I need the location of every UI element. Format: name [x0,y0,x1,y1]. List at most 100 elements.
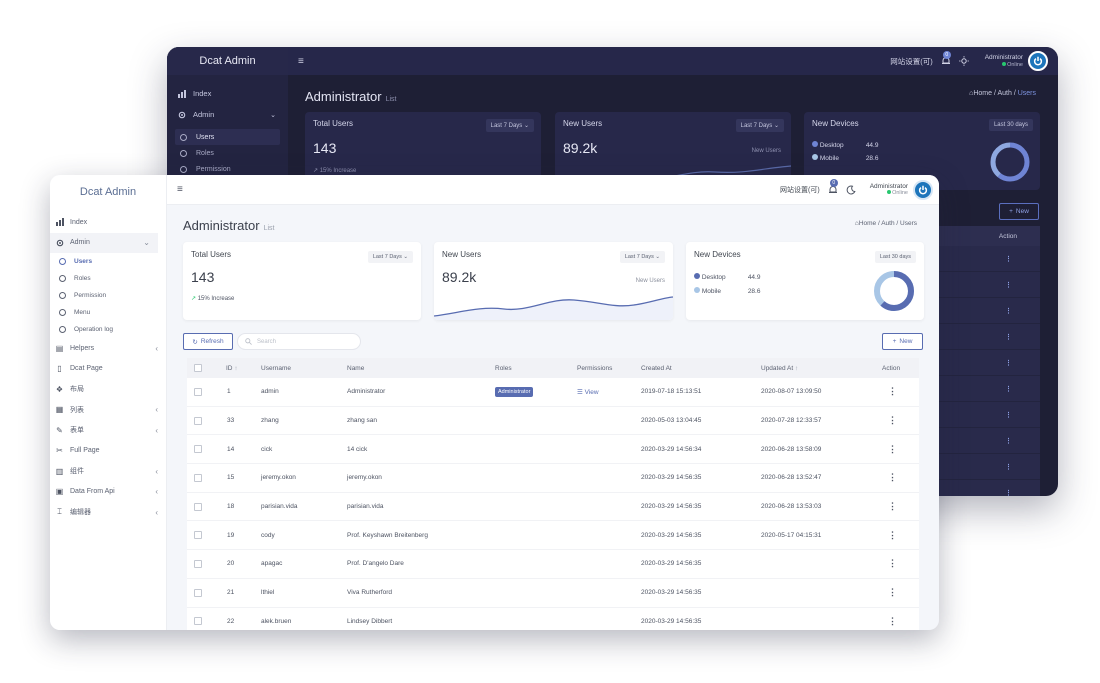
row-checkbox[interactable] [194,416,202,425]
sidebar-item-admin[interactable]: Admin ⌄ [50,232,158,253]
table-row[interactable]: 22 alek.bruen Lindsey Dibbert 2020-03-29 14… [187,608,919,631]
row-actions-icon[interactable]: ⋮ [1005,281,1012,289]
table-row[interactable]: 18 parisian.vida parisian.vida 2020-03-29 1… [187,493,919,522]
row-actions-icon[interactable]: ⋮ [1005,333,1012,341]
refresh-button[interactable]: ↻ Refresh [183,333,233,350]
sidebar-item-2[interactable]: ❖ 布局 [50,379,166,400]
row-actions-icon[interactable]: ⋮ [888,472,897,483]
row-actions-icon[interactable]: ⋮ [1005,255,1012,263]
sidebar-item-index[interactable]: Index [50,212,166,233]
crumb-home[interactable]: Home [859,220,876,227]
user-info[interactable]: Administrator Online [870,183,908,196]
sidebar-item-3[interactable]: ▦ 列表 ‹ [50,400,166,421]
dark-table-row[interactable]: ⋮ [927,480,1040,496]
range-select[interactable]: Last 30 days [874,251,916,263]
select-all-checkbox[interactable] [194,364,202,372]
sidebar-item-8[interactable]: ⌶ 编辑器 ‹ [50,502,166,523]
sidebar-item-4[interactable]: ✎ 表单 ‹ [50,420,166,441]
new-button[interactable]: + New [882,333,923,350]
dark-table-row[interactable]: 03⋮ [927,350,1040,376]
dark-user-info[interactable]: Administrator Online [985,54,1023,67]
row-checkbox[interactable] [194,445,202,454]
card-value: 143 [191,269,215,285]
power-avatar-icon[interactable] [1028,51,1048,71]
menu-toggle-icon[interactable]: ≡ [177,184,183,195]
range-select[interactable]: Last 7 Days ⌄ [619,251,665,263]
site-settings-link[interactable]: 网站设置(可) [780,185,820,195]
permissions-view-link[interactable]: ☰ View [577,388,599,396]
row-actions-icon[interactable]: ⋮ [888,386,897,397]
dark-table-row[interactable]: 29⋮ [927,298,1040,324]
search-input[interactable]: Search [237,333,361,350]
sidebar-item-5[interactable]: ✂ Full Page [50,441,166,462]
dark-sub-roles[interactable]: Roles [167,145,288,161]
table-row[interactable]: 21 lthiel Viva Rutherford 2020-03-29 14:56:… [187,579,919,608]
power-avatar-icon[interactable] [913,179,933,200]
sidebar-item-7[interactable]: ▣ Data From Api ‹ [50,482,166,503]
row-checkbox[interactable] [194,617,202,626]
bell-icon[interactable]: 0 [828,178,838,195]
table-row[interactable]: 14 cick 14 cick 2020-03-29 14:56:34 2020-06-… [187,435,919,465]
crumb-home[interactable]: Home [973,90,992,97]
row-checkbox[interactable] [194,473,202,482]
crumb-auth[interactable]: Auth [997,90,1011,97]
row-actions-icon[interactable]: ⋮ [888,415,897,426]
dark-table-row[interactable]: ⋮ [927,428,1040,454]
dark-table-row[interactable]: 57⋮ [927,272,1040,298]
sidebar-item-6[interactable]: ▥ 组件 ‹ [50,461,166,482]
col-created-at: Created At [641,364,672,372]
row-actions-icon[interactable]: ⋮ [1005,359,1012,367]
col-updated-at[interactable]: Updated At ↑ [761,365,798,372]
table-row[interactable]: 19 cody Prof. Keyshawn Breitenberg 2020-03-… [187,521,919,551]
table-row[interactable]: 15 jeremy.okon jeremy.okon 2020-03-29 14:56… [187,464,919,493]
row-actions-icon[interactable]: ⋮ [888,530,897,541]
bell-icon[interactable]: 0 [941,51,951,66]
row-actions-icon[interactable]: ⋮ [1005,385,1012,393]
dark-table-row[interactable]: 50⋮ [927,246,1040,272]
table-row[interactable]: 33 zhang zhang san 2020-05-03 13:04:45 2020-… [187,407,919,436]
row-actions-icon[interactable]: ⋮ [1005,411,1012,419]
dark-new-button[interactable]: + New [999,203,1039,220]
row-checkbox[interactable] [194,588,202,597]
sidebar-item-0[interactable]: ▤ Helpers ‹ [50,338,166,359]
dark-table-row[interactable]: 31⋮ [927,376,1040,402]
row-actions-icon[interactable]: ⋮ [1005,307,1012,315]
menu-toggle-icon[interactable]: ≡ [298,56,304,67]
sidebar-item-1[interactable]: ▯ Dcat Page [50,359,166,380]
dark-table-row[interactable]: 47⋮ [927,324,1040,350]
row-actions-icon[interactable]: ⋮ [1005,489,1012,497]
sidebar-subitem-operation-log[interactable]: Operation log [50,321,166,338]
row-actions-icon[interactable]: ⋮ [888,444,897,455]
dark-sub-users[interactable]: Users [175,129,280,145]
row-actions-icon[interactable]: ⋮ [888,616,897,627]
col-id[interactable]: ID ↑ [226,365,238,372]
dark-nav-index[interactable]: Index [167,83,288,104]
row-actions-icon[interactable]: ⋮ [1005,463,1012,471]
sidebar-subitem-permission[interactable]: Permission [50,287,166,304]
range-select[interactable]: Last 7 Days ⌄ [367,251,413,263]
crumb-auth[interactable]: Auth [881,220,894,227]
row-checkbox[interactable] [194,502,202,511]
dark-table-row[interactable]: ⋮ [927,454,1040,480]
sun-icon[interactable] [958,56,969,66]
row-actions-icon[interactable]: ⋮ [888,587,897,598]
table-row[interactable]: 20 apagac Prof. D'angelo Dare 2020-03-29 14… [187,550,919,579]
row-actions-icon[interactable]: ⋮ [888,501,897,512]
row-checkbox[interactable] [194,387,202,396]
dark-nav-admin[interactable]: Admin ⌄ [167,104,288,125]
table-row[interactable]: 1 admin Administrator Administrator ☰ View 20… [187,378,919,407]
dark-table-row[interactable]: ⋮ [927,402,1040,428]
range-select[interactable]: Last 7 Days ⌄ [735,119,784,132]
row-actions-icon[interactable]: ⋮ [888,558,897,569]
range-select[interactable]: Last 30 days [988,119,1033,131]
sidebar-subitem-menu[interactable]: Menu [50,304,166,321]
brand-logo[interactable]: Dcat Admin [50,175,166,209]
dark-site-settings[interactable]: 网站设置(可) [890,56,933,67]
moon-icon[interactable] [846,184,856,195]
range-select[interactable]: Last 7 Days ⌄ [485,119,534,132]
row-actions-icon[interactable]: ⋮ [1005,437,1012,445]
sidebar-subitem-users[interactable]: Users [50,253,166,270]
row-checkbox[interactable] [194,559,202,568]
row-checkbox[interactable] [194,531,202,540]
sidebar-subitem-roles[interactable]: Roles [50,270,166,287]
